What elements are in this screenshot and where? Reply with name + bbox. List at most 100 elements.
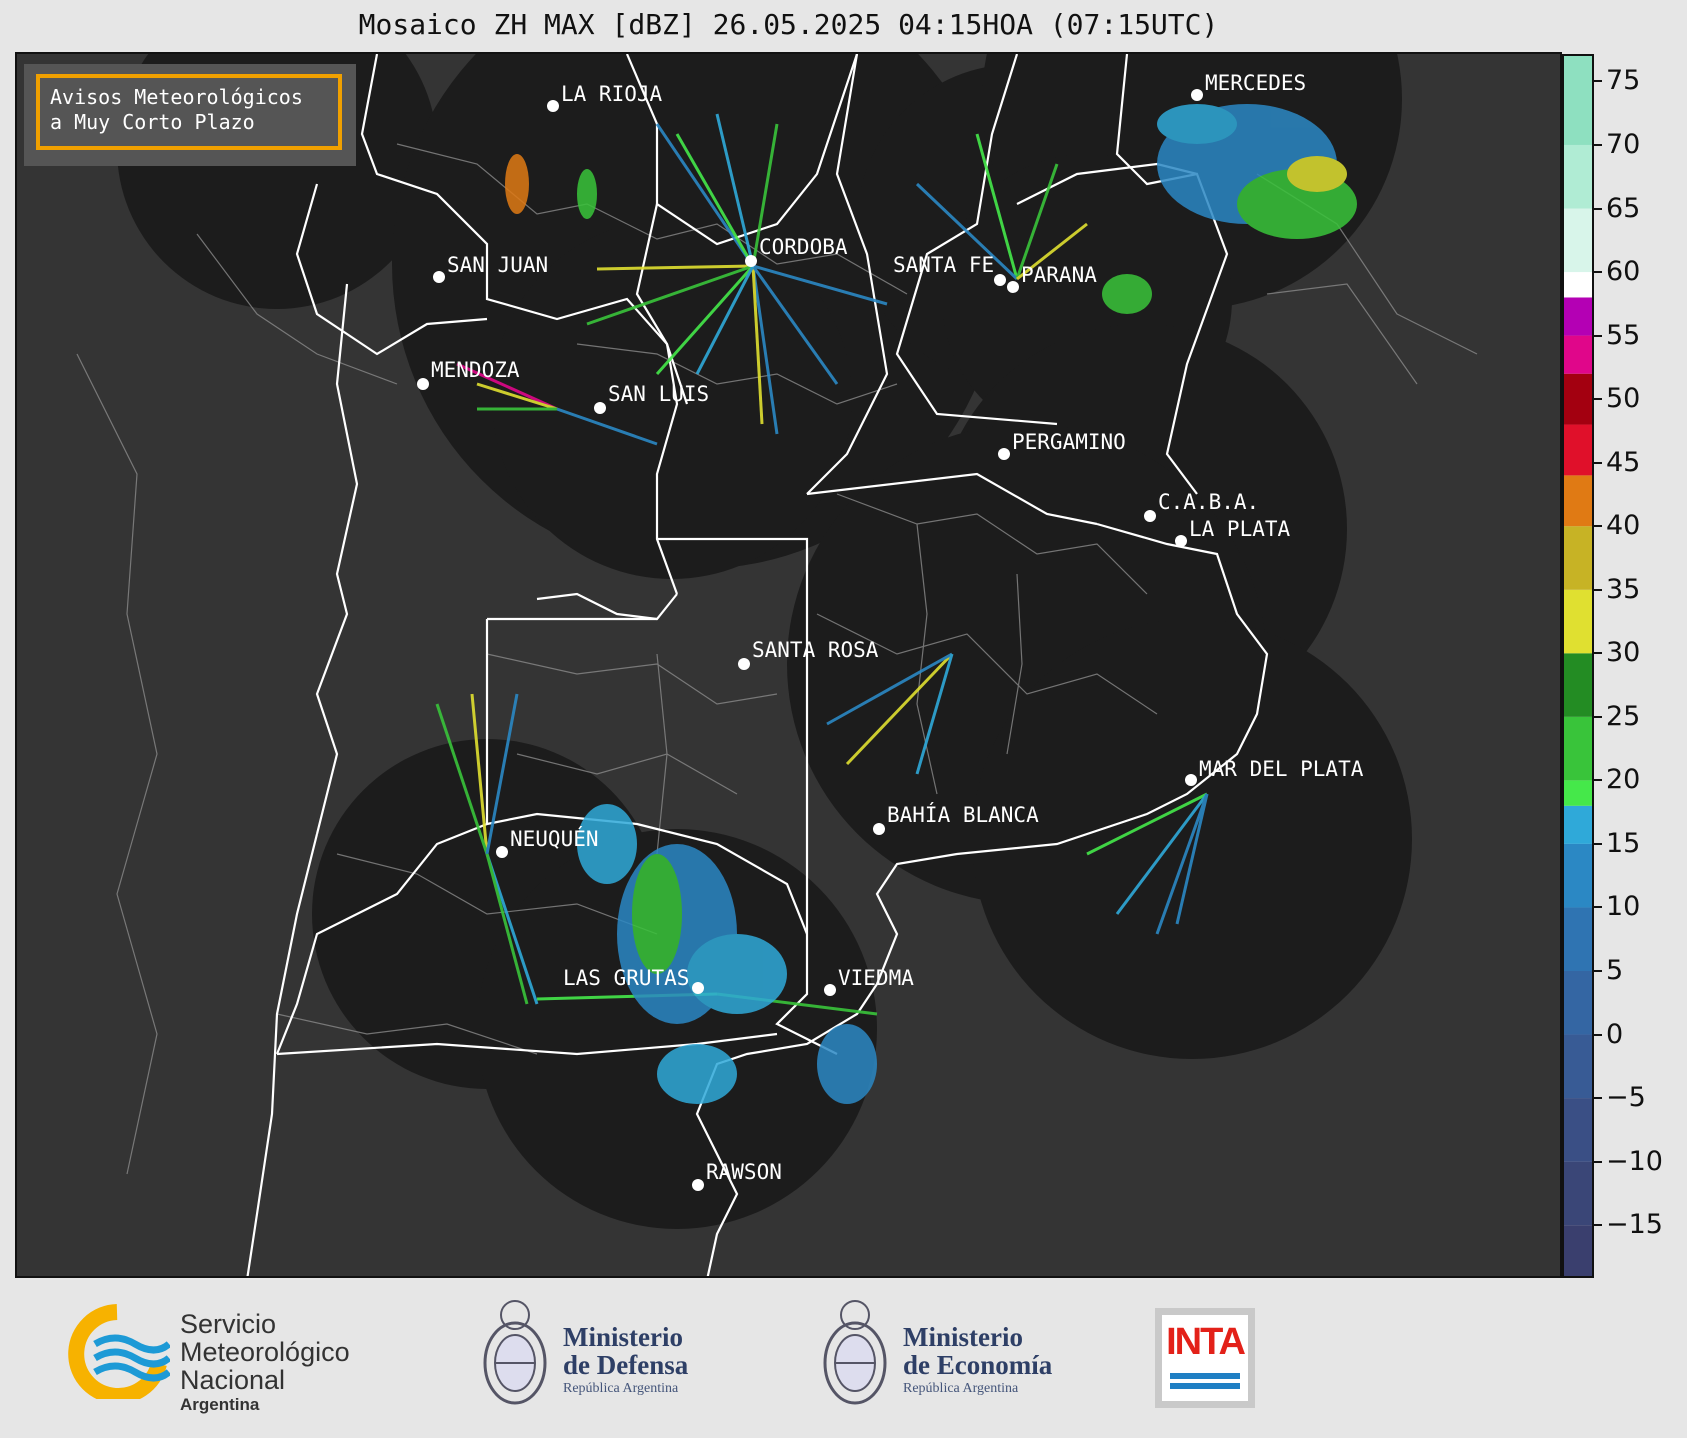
svg-text:SANTA ROSA: SANTA ROSA [752,638,879,662]
tick-label: 45 [1606,446,1641,478]
colorbar-band [1564,208,1592,273]
svg-text:CORDOBA: CORDOBA [759,235,848,259]
coat-of-arms-icon [483,1300,547,1405]
smn-line-1: Servicio [180,1309,277,1339]
colorbar-band [1564,297,1592,336]
colorbar-band [1564,424,1592,476]
colorbar-band [1564,526,1592,590]
tick-mark [1594,970,1602,972]
svg-text:C.A.B.A.: C.A.B.A. [1158,490,1259,514]
colorbar-band [1564,1225,1592,1276]
tick-mark [1594,588,1602,591]
smn-logo: Servicio Meteorológico Nacional Argentin… [65,1304,395,1414]
colorbar-band [1564,971,1592,1035]
svg-text:MERCEDES: MERCEDES [1205,71,1306,95]
colorbar-band [1564,907,1592,971]
tick-label: 10 [1606,891,1641,923]
svg-text:LAS GRUTAS: LAS GRUTAS [563,966,689,990]
tick-label: 0 [1606,1018,1624,1050]
tick-label: 65 [1606,192,1641,224]
svg-text:BAHÍA BLANCA: BAHÍA BLANCA [887,802,1039,827]
tick-label: 40 [1606,510,1641,542]
smn-line-4: Argentina [180,1395,260,1414]
colorbar-band [1564,653,1592,717]
colorbar-ticks: 75 70 65 60 55 50 45 40 35 30 25 20 15 10 5 0 −5 −10 −15 [1594,54,1687,1278]
colorbar-band [1564,589,1592,654]
svg-text:SAN JUAN: SAN JUAN [447,253,548,277]
svg-text:MENDOZA: MENDOZA [431,358,520,382]
tick-mark [1594,80,1602,83]
svg-text:NEUQUÉN: NEUQUÉN [510,826,599,851]
city-las-grutas: LAS GRUTAS [563,966,704,994]
defensa-logo: Ministerio de Defensa República Argentin… [478,1293,738,1418]
svg-text:SANTA FE: SANTA FE [893,253,994,277]
tick-label: 30 [1606,637,1641,669]
colorbar-swatches [1564,56,1592,1276]
defensa-line-1: Ministerio [563,1322,683,1352]
colorbar-band [1564,805,1592,844]
map-canvas[interactable]: LA RIOJA CORDOBA SAN JUAN SANTA FE PARAN… [17,54,1562,1278]
economia-line-2: de Economía [903,1350,1053,1380]
defensa-line-3: República Argentina [563,1381,679,1396]
tick-mark [1594,334,1602,337]
defensa-line-2: de Defensa [563,1350,689,1380]
tick-mark [1594,652,1602,655]
svg-text:PERGAMINO: PERGAMINO [1012,430,1126,454]
radar-map[interactable]: LA RIOJA CORDOBA SAN JUAN SANTA FE PARAN… [15,52,1562,1278]
tick-label: −10 [1606,1145,1663,1177]
tick-label: 55 [1606,319,1641,351]
tick-mark [1594,271,1602,274]
smn-line-2: Meteorológico [180,1337,350,1367]
colorbar-band [1564,716,1592,781]
coat-of-arms-icon [823,1300,887,1405]
notice-line-2: a Muy Corto Plazo [50,110,255,134]
tick-mark [1594,1033,1602,1036]
svg-text:SAN LUIS: SAN LUIS [608,382,709,406]
colorbar-band [1564,144,1592,209]
tick-label: 20 [1606,764,1641,796]
tick-mark [1594,398,1602,401]
notice-line-1: Avisos Meteorológicos [50,85,303,109]
colorbar-band [1564,335,1592,374]
inta-logo: INTA [1155,1308,1255,1408]
colorbar-band [1564,373,1592,425]
tick-label: 50 [1606,383,1641,415]
svg-text:RAWSON: RAWSON [706,1160,782,1184]
smn-line-3: Nacional [180,1365,286,1395]
tick-mark [1594,525,1602,528]
tick-label: 35 [1606,573,1641,605]
inta-wordmark: INTA [1166,1321,1246,1363]
tick-mark [1594,1097,1602,1100]
svg-text:LA PLATA: LA PLATA [1189,517,1291,541]
tick-label: 70 [1606,128,1641,160]
tick-label: 60 [1606,256,1641,288]
colorbar-band [1564,1161,1592,1226]
map-title: Mosaico ZH MAX [dBZ] 26.05.2025 04:15HOA… [358,8,1219,41]
colorbar-band [1564,780,1592,806]
dbz-colorbar [1562,54,1594,1278]
svg-text:LA RIOJA: LA RIOJA [561,82,663,106]
colorbar-band [1564,1034,1592,1099]
tick-mark [1594,715,1602,718]
notice-panel: Avisos Meteorológicos a Muy Corto Plazo [24,64,356,166]
tick-label: 5 [1606,955,1624,986]
tick-label: 15 [1606,827,1641,859]
tick-mark [1594,906,1602,909]
tick-mark [1594,143,1602,146]
tick-mark [1594,842,1602,845]
tick-mark [1594,1224,1602,1227]
colorbar-band [1564,1098,1592,1162]
svg-text:VIEDMA: VIEDMA [838,966,914,990]
logo-footer: Servicio Meteorológico Nacional Argentin… [0,1278,1687,1438]
tick-label: −5 [1606,1082,1646,1114]
tick-mark [1594,461,1602,464]
svg-text:MAR DEL PLATA: MAR DEL PLATA [1199,757,1364,781]
notice-frame: Avisos Meteorológicos a Muy Corto Plazo [36,74,342,150]
tick-label: −15 [1606,1209,1663,1241]
tick-mark [1594,207,1602,210]
colorbar-band [1564,843,1592,908]
svg-text:PARANA: PARANA [1021,263,1097,287]
economia-logo: Ministerio de Economía República Argenti… [818,1293,1078,1418]
tick-mark [1594,1160,1602,1163]
economia-line-1: Ministerio [903,1322,1023,1352]
